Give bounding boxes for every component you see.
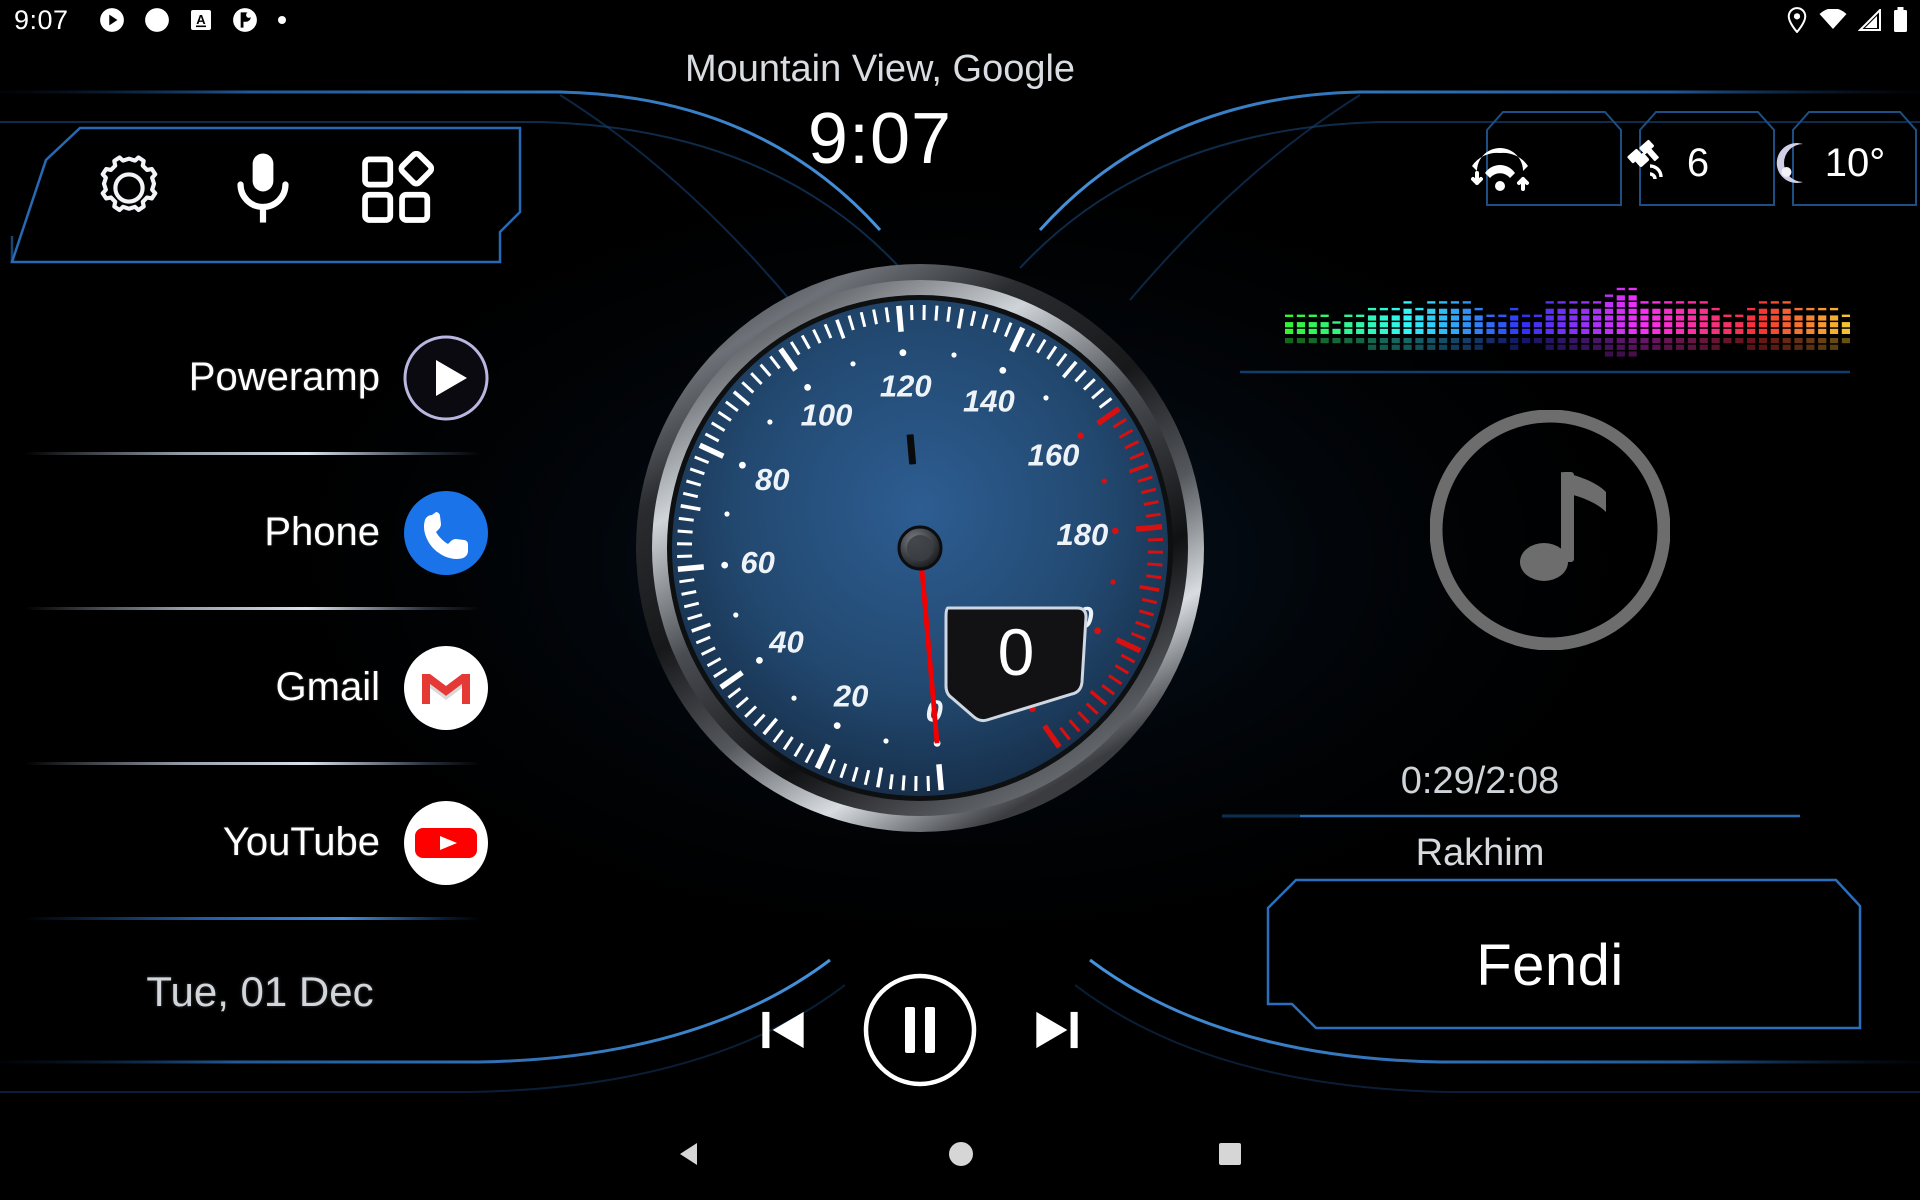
circle-icon <box>144 8 169 32</box>
wifi-data-widget[interactable] <box>1430 118 1578 208</box>
android-auto-icon: A <box>190 10 211 30</box>
skip-next-icon <box>1036 1011 1078 1049</box>
svg-text:60: 60 <box>740 545 774 580</box>
list-divider <box>25 917 480 920</box>
track-title-panel[interactable]: Fendi <box>1245 895 1855 1035</box>
dashboard-clock: 9:07 <box>807 99 953 179</box>
track-artist-label: Rakhim <box>1415 832 1545 874</box>
skip-previous-icon <box>762 1011 804 1049</box>
battery-icon <box>1894 7 1907 32</box>
svg-text:180: 180 <box>1057 517 1109 552</box>
svg-text:20: 20 <box>833 679 868 714</box>
apps-grid-icon[interactable] <box>359 150 435 226</box>
weather-widget[interactable]: 10° <box>1754 118 1902 208</box>
phone-icon[interactable] <box>402 489 490 577</box>
moon-icon <box>1776 143 1803 183</box>
quick-actions-panel <box>8 120 538 245</box>
previous-track-button[interactable] <box>752 999 814 1061</box>
status-bar-system-icons <box>1786 0 1908 40</box>
music-note-icon <box>1520 472 1606 581</box>
svg-text:40: 40 <box>768 625 803 660</box>
location-label: Mountain View, Google <box>684 48 1076 90</box>
system-status-bar: 9:07 A <box>0 0 1920 40</box>
album-art-placeholder[interactable] <box>1430 410 1670 650</box>
cell-signal-icon <box>1858 9 1881 31</box>
play-pause-button[interactable] <box>862 972 978 1088</box>
gmail-icon[interactable] <box>402 644 490 732</box>
list-item[interactable]: YouTube <box>0 765 585 920</box>
back-triangle-icon <box>680 1142 697 1165</box>
speedometer-gauge: 020406080100120140160180200 0 <box>636 264 1204 832</box>
svg-text:100: 100 <box>801 398 853 433</box>
nav-home-button[interactable] <box>946 1139 976 1174</box>
home-circle-icon <box>949 1141 973 1166</box>
gps-widget[interactable]: 6 <box>1592 118 1740 208</box>
play-circle-icon <box>99 8 124 32</box>
status-widget-row: 6 10° <box>1430 118 1902 208</box>
svg-text:80: 80 <box>755 462 789 497</box>
car-dashboard-screen: 9:07 A Mountain View, Google 9:07 Powera… <box>0 0 1920 1200</box>
temperature-value: 10° <box>1824 140 1886 185</box>
track-time-label: 0:29/2:08 <box>1400 760 1560 802</box>
dot-icon <box>277 16 286 24</box>
satellite-icon <box>1627 139 1663 180</box>
android-navigation-bar <box>0 1112 1920 1200</box>
track-title-label: Fendi <box>1476 932 1624 998</box>
status-bar-clock: 9:07 <box>14 4 69 35</box>
poweramp-icon <box>232 8 257 32</box>
status-bar-notification-icons: A <box>99 7 287 33</box>
svg-text:140: 140 <box>963 383 1015 418</box>
gps-satellite-count: 6 <box>1686 140 1710 185</box>
media-transport-controls <box>730 960 1110 1100</box>
svg-text:A: A <box>196 12 206 27</box>
list-item[interactable]: Poweramp <box>0 300 585 455</box>
audio-spectrum-visualizer <box>1285 287 1850 357</box>
date-label: Tue, 01 Dec <box>146 968 374 1015</box>
list-item[interactable]: Phone <box>0 455 585 610</box>
youtube-icon[interactable] <box>402 799 490 887</box>
microphone-icon[interactable] <box>225 150 301 226</box>
location-pin-icon <box>1787 7 1807 33</box>
svg-text:120: 120 <box>880 369 932 404</box>
app-label: YouTube <box>222 820 380 864</box>
app-shortcut-list: Poweramp Phone Gmail YouTube <box>0 300 585 920</box>
wifi-arrows-icon <box>1471 148 1529 191</box>
app-label: Poweramp <box>188 355 380 399</box>
poweramp-play-icon[interactable] <box>402 334 490 422</box>
nav-recents-button[interactable] <box>1216 1140 1244 1173</box>
wifi-icon <box>1819 9 1847 29</box>
recents-square-icon <box>1219 1142 1241 1165</box>
nav-back-button[interactable] <box>676 1139 706 1174</box>
app-label: Gmail <box>275 665 380 709</box>
next-track-button[interactable] <box>1026 999 1088 1061</box>
settings-gear-icon[interactable] <box>91 150 167 226</box>
pause-icon <box>863 973 977 1087</box>
svg-text:160: 160 <box>1028 438 1080 473</box>
app-label: Phone <box>264 510 380 554</box>
list-item[interactable]: Gmail <box>0 610 585 765</box>
svg-text:0: 0 <box>998 615 1035 689</box>
